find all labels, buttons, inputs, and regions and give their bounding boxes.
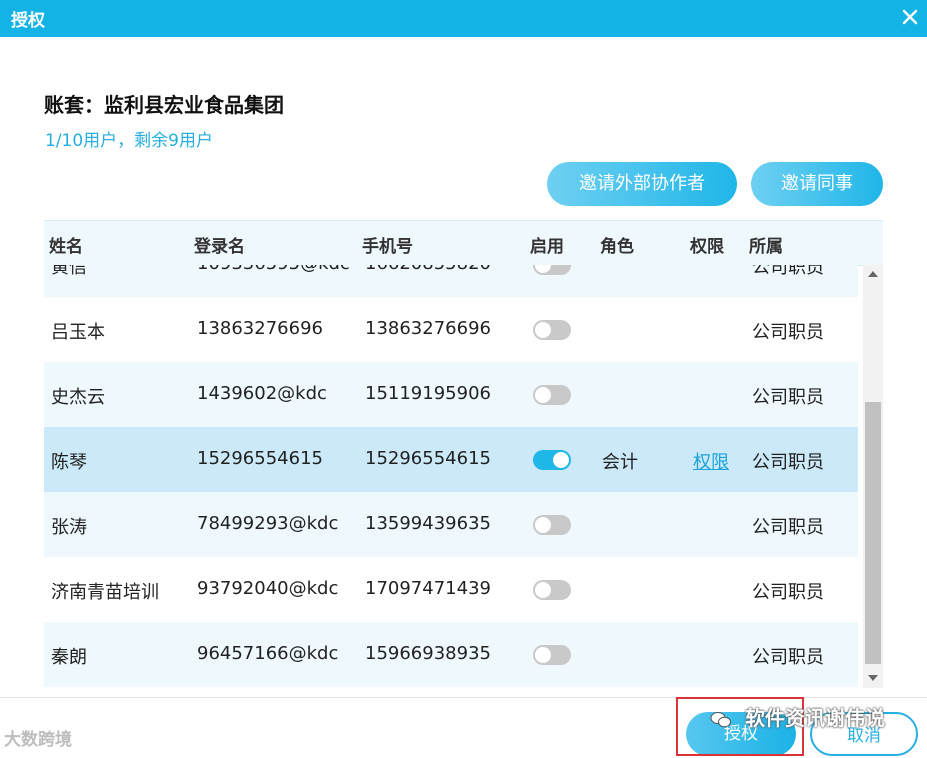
- cell-login: 78499293@kdc: [197, 513, 339, 534]
- toggle-knob: [535, 647, 551, 663]
- cell-phone: 17097471439: [365, 578, 491, 599]
- cell-name: 张涛: [51, 517, 87, 538]
- watermark-right: 软件资讯谢伟说: [710, 702, 885, 731]
- wechat-icon: [710, 711, 731, 727]
- cell-phone: 13599439635: [365, 513, 491, 534]
- cell-name: 陈琴: [51, 452, 87, 473]
- cell-login: 96457166@kdc: [197, 643, 339, 664]
- table-rows: 黄信109336595@kdc16620855820公司职员吕玉本1386327…: [44, 265, 858, 687]
- column-header-login: 登录名: [194, 237, 245, 257]
- table-row[interactable]: 陈琴 15296554615 15296554615 会计 权限 公司职员: [44, 427, 858, 492]
- cell-phone: 13863276696: [365, 318, 491, 339]
- cell-login: 13863276696: [197, 318, 323, 339]
- table-row[interactable]: 济南青苗培训 93792040@kdc 17097471439 公司职员: [44, 557, 858, 622]
- table-body: 黄信109336595@kdc16620855820公司职员吕玉本1386327…: [44, 265, 858, 688]
- cell-dept: 公司职员: [752, 647, 824, 668]
- watermark-right-text: 软件资讯谢伟说: [744, 706, 885, 730]
- cell-name: 秦朗: [51, 647, 87, 668]
- invite-colleague-button[interactable]: 邀请同事: [751, 162, 883, 206]
- table-scrollbar[interactable]: [863, 265, 883, 688]
- scroll-down-arrow-icon[interactable]: [868, 675, 878, 681]
- cell-login: 15296554615: [197, 448, 323, 469]
- cell-phone: 15119195906: [365, 383, 491, 404]
- cell-dept: 公司职员: [752, 452, 824, 473]
- toggle-knob: [553, 452, 569, 468]
- permission-link[interactable]: 权限: [693, 448, 729, 474]
- enable-toggle[interactable]: [533, 385, 571, 405]
- cell-name: 史杰云: [51, 387, 105, 408]
- cell-name: 黄信: [51, 265, 87, 278]
- column-header-enabled: 启用: [530, 237, 564, 257]
- table-header: 姓名 登录名 手机号 启用 角色 权限 所属: [44, 220, 883, 266]
- watermark-left: 大数跨境: [4, 730, 72, 750]
- enable-toggle[interactable]: [533, 320, 571, 340]
- column-header-permission: 权限: [690, 237, 724, 257]
- column-header-phone: 手机号: [362, 237, 413, 257]
- enable-toggle[interactable]: [533, 580, 571, 600]
- title-bar: 授权: [0, 0, 927, 37]
- cell-phone: 16620855820: [365, 265, 491, 274]
- cell-name: 吕玉本: [51, 322, 105, 343]
- enable-toggle[interactable]: [533, 645, 571, 665]
- cell-login: 1439602@kdc: [197, 383, 327, 404]
- cell-dept: 公司职员: [752, 517, 824, 538]
- cell-dept: 公司职员: [752, 582, 824, 603]
- table-row[interactable]: 秦朗 96457166@kdc 15966938935 公司职员: [44, 622, 858, 687]
- cell-role: 会计: [602, 452, 638, 473]
- table-row[interactable]: 吕玉本 13863276696 13863276696 公司职员: [44, 297, 858, 362]
- account-name: 账套：监利县宏业食品集团: [44, 93, 284, 117]
- cell-phone: 15966938935: [365, 643, 491, 664]
- table-row[interactable]: 张涛 78499293@kdc 13599439635 公司职员: [44, 492, 858, 557]
- toggle-knob: [535, 517, 551, 533]
- enable-toggle[interactable]: [533, 450, 571, 470]
- table-row[interactable]: 史杰云 1439602@kdc 15119195906 公司职员: [44, 362, 858, 427]
- cell-dept: 公司职员: [752, 322, 824, 343]
- column-header-role: 角色: [600, 237, 634, 257]
- toggle-knob: [535, 322, 551, 338]
- toggle-knob: [535, 582, 551, 598]
- enable-toggle[interactable]: [533, 515, 571, 535]
- scroll-thumb[interactable]: [865, 402, 881, 664]
- table-row[interactable]: 黄信 109336595@kdc 16620855820 公司职员: [44, 265, 858, 297]
- close-icon[interactable]: [901, 8, 919, 26]
- user-usage: 1/10用户，剩余9用户: [45, 131, 213, 151]
- cell-login: 93792040@kdc: [197, 578, 339, 599]
- cell-dept: 公司职员: [752, 265, 824, 278]
- user-table: 姓名 登录名 手机号 启用 角色 权限 所属 黄信 109336595@kdc 16…: [44, 220, 883, 688]
- enable-toggle[interactable]: [533, 265, 571, 275]
- cell-name: 济南青苗培训: [51, 582, 159, 603]
- window-title: 授权: [11, 11, 45, 31]
- cell-login: 109336595@kdc: [197, 265, 352, 274]
- invite-external-button[interactable]: 邀请外部协作者: [547, 162, 737, 206]
- column-header-dept: 所属: [749, 237, 783, 257]
- cell-phone: 15296554615: [365, 448, 491, 469]
- toggle-knob: [535, 265, 551, 273]
- toggle-knob: [535, 387, 551, 403]
- cell-dept: 公司职员: [752, 387, 824, 408]
- column-header-name: 姓名: [49, 237, 83, 257]
- scroll-up-arrow-icon[interactable]: [868, 271, 878, 277]
